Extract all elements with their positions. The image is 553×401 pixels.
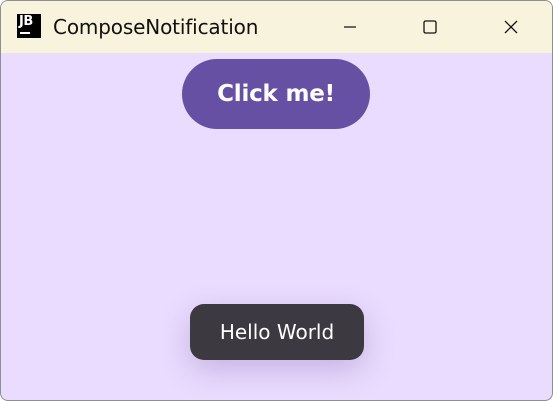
title-bar[interactable]: JB ComposeNotification: [1, 1, 552, 53]
close-button[interactable]: [471, 1, 551, 53]
app-icon-underline: [20, 32, 30, 34]
minimize-button[interactable]: [310, 1, 390, 53]
app-icon-text: JB: [19, 14, 33, 29]
maximize-icon: [423, 20, 437, 34]
maximize-button[interactable]: [390, 1, 470, 53]
close-icon: [504, 20, 518, 34]
minimize-icon: [344, 26, 356, 28]
window-title: ComposeNotification: [53, 15, 259, 39]
jetbrains-logo-icon: JB: [17, 14, 41, 38]
snackbar-toast: Hello World: [190, 304, 364, 360]
click-me-button[interactable]: Click me!: [182, 59, 370, 129]
app-window: JB ComposeNotification Click me! Hello W…: [0, 0, 553, 401]
